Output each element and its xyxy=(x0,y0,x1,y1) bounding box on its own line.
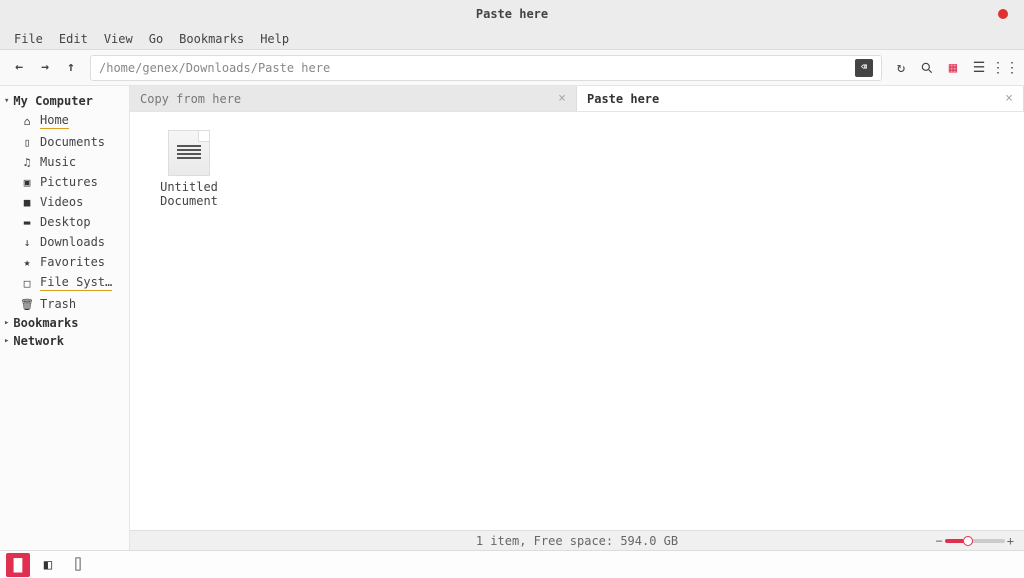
taskbar: ▇ ◧ ⌷ xyxy=(0,550,1024,578)
sidebar-item-home[interactable]: ⌂ Home xyxy=(0,110,129,132)
path-text: /home/genex/Downloads/Paste here xyxy=(99,61,330,75)
toolbar: ← → ↑ /home/genex/Downloads/Paste here ⌫… xyxy=(0,50,1024,86)
taskbar-terminal-icon[interactable]: ⌷ xyxy=(66,553,90,577)
videos-icon: ■ xyxy=(20,196,34,209)
file-view[interactable]: UntitledDocument xyxy=(130,112,1024,530)
window-title: Paste here xyxy=(476,7,548,21)
sidebar-item-label: Pictures xyxy=(40,175,98,189)
close-tab-icon[interactable]: × xyxy=(558,91,566,106)
sidebar-item-label: Home xyxy=(40,113,69,129)
zoom-slider[interactable]: − + xyxy=(936,534,1014,548)
sidebar-item-music[interactable]: ♫ Music xyxy=(0,152,129,172)
refresh-icon[interactable]: ↻ xyxy=(890,57,912,79)
desktop-icon: ▬ xyxy=(20,216,34,229)
sidebar-item-desktop[interactable]: ▬ Desktop xyxy=(0,212,129,232)
document-icon xyxy=(168,130,210,176)
statusbar: 1 item, Free space: 594.0 GB − + xyxy=(130,530,1024,550)
taskbar-filemanager-icon[interactable]: ▇ xyxy=(6,553,30,577)
sidebar-item-label: Desktop xyxy=(40,215,91,229)
close-window-button[interactable] xyxy=(998,9,1008,19)
menu-file[interactable]: File xyxy=(6,30,51,48)
back-button[interactable]: ← xyxy=(8,57,30,79)
titlebar: Paste here xyxy=(0,0,1024,28)
sidebar-item-favorites[interactable]: ★ Favorites xyxy=(0,252,129,272)
content-area: Copy from here × Paste here × UntitledDocum… xyxy=(130,86,1024,550)
sidebar-item-label: Trash xyxy=(40,297,76,311)
sidebar-section-network[interactable]: Network xyxy=(0,332,129,350)
favorites-icon: ★ xyxy=(20,256,34,269)
sidebar-item-label: Favorites xyxy=(40,255,105,269)
sidebar-item-label: Downloads xyxy=(40,235,105,249)
tab-paste-here[interactable]: Paste here × xyxy=(577,86,1024,111)
file-item[interactable]: UntitledDocument xyxy=(144,126,234,213)
sidebar: My Computer ⌂ Home ▯ Documents ♫ Music ▣ Pictur… xyxy=(0,86,130,550)
menubar: File Edit View Go Bookmarks Help xyxy=(0,28,1024,50)
sidebar-item-documents[interactable]: ▯ Documents xyxy=(0,132,129,152)
forward-button[interactable]: → xyxy=(34,57,56,79)
downloads-icon: ↓ xyxy=(20,236,34,249)
menu-bookmarks[interactable]: Bookmarks xyxy=(171,30,252,48)
filesystem-icon: □ xyxy=(20,277,34,290)
pictures-icon: ▣ xyxy=(20,176,34,189)
close-tab-icon[interactable]: × xyxy=(1005,91,1013,106)
sidebar-item-downloads[interactable]: ↓ Downloads xyxy=(0,232,129,252)
zoom-in-icon[interactable]: + xyxy=(1007,534,1014,548)
sidebar-item-label: File Syst… xyxy=(40,275,112,291)
menu-go[interactable]: Go xyxy=(141,30,171,48)
sidebar-section-computer[interactable]: My Computer xyxy=(0,92,129,110)
status-text: 1 item, Free space: 594.0 GB xyxy=(476,534,678,548)
sidebar-item-file-syst-[interactable]: □ File Syst… xyxy=(0,272,129,294)
search-icon[interactable] xyxy=(916,57,938,79)
music-icon: ♫ xyxy=(20,156,34,169)
path-input[interactable]: /home/genex/Downloads/Paste here ⌫ xyxy=(90,55,882,81)
sidebar-item-trash[interactable]: 🗑 Trash xyxy=(0,294,129,314)
menu-edit[interactable]: Edit xyxy=(51,30,96,48)
icon-view-button[interactable]: ▦ xyxy=(942,57,964,79)
file-label: UntitledDocument xyxy=(160,180,218,209)
sidebar-item-label: Documents xyxy=(40,135,105,149)
clear-path-icon[interactable]: ⌫ xyxy=(855,59,873,77)
tab-label: Paste here xyxy=(587,92,659,106)
main-area: My Computer ⌂ Home ▯ Documents ♫ Music ▣ Pictur… xyxy=(0,86,1024,550)
sidebar-item-label: Music xyxy=(40,155,76,169)
list-view-button[interactable]: ☰ xyxy=(968,57,990,79)
sidebar-item-label: Videos xyxy=(40,195,83,209)
menu-view[interactable]: View xyxy=(96,30,141,48)
tab-copy-from-here[interactable]: Copy from here × xyxy=(130,86,577,111)
taskbar-panel-icon[interactable]: ◧ xyxy=(36,553,60,577)
up-button[interactable]: ↑ xyxy=(60,57,82,79)
trash-icon: 🗑 xyxy=(20,298,34,311)
sidebar-item-pictures[interactable]: ▣ Pictures xyxy=(0,172,129,192)
zoom-out-icon[interactable]: − xyxy=(936,534,943,548)
compact-view-button[interactable]: ⋮⋮ xyxy=(994,57,1016,79)
sidebar-section-bookmarks[interactable]: Bookmarks xyxy=(0,314,129,332)
documents-icon: ▯ xyxy=(20,136,34,149)
tab-label: Copy from here xyxy=(140,92,241,106)
tab-bar: Copy from here × Paste here × xyxy=(130,86,1024,112)
home-icon: ⌂ xyxy=(20,115,34,128)
menu-help[interactable]: Help xyxy=(252,30,297,48)
sidebar-item-videos[interactable]: ■ Videos xyxy=(0,192,129,212)
